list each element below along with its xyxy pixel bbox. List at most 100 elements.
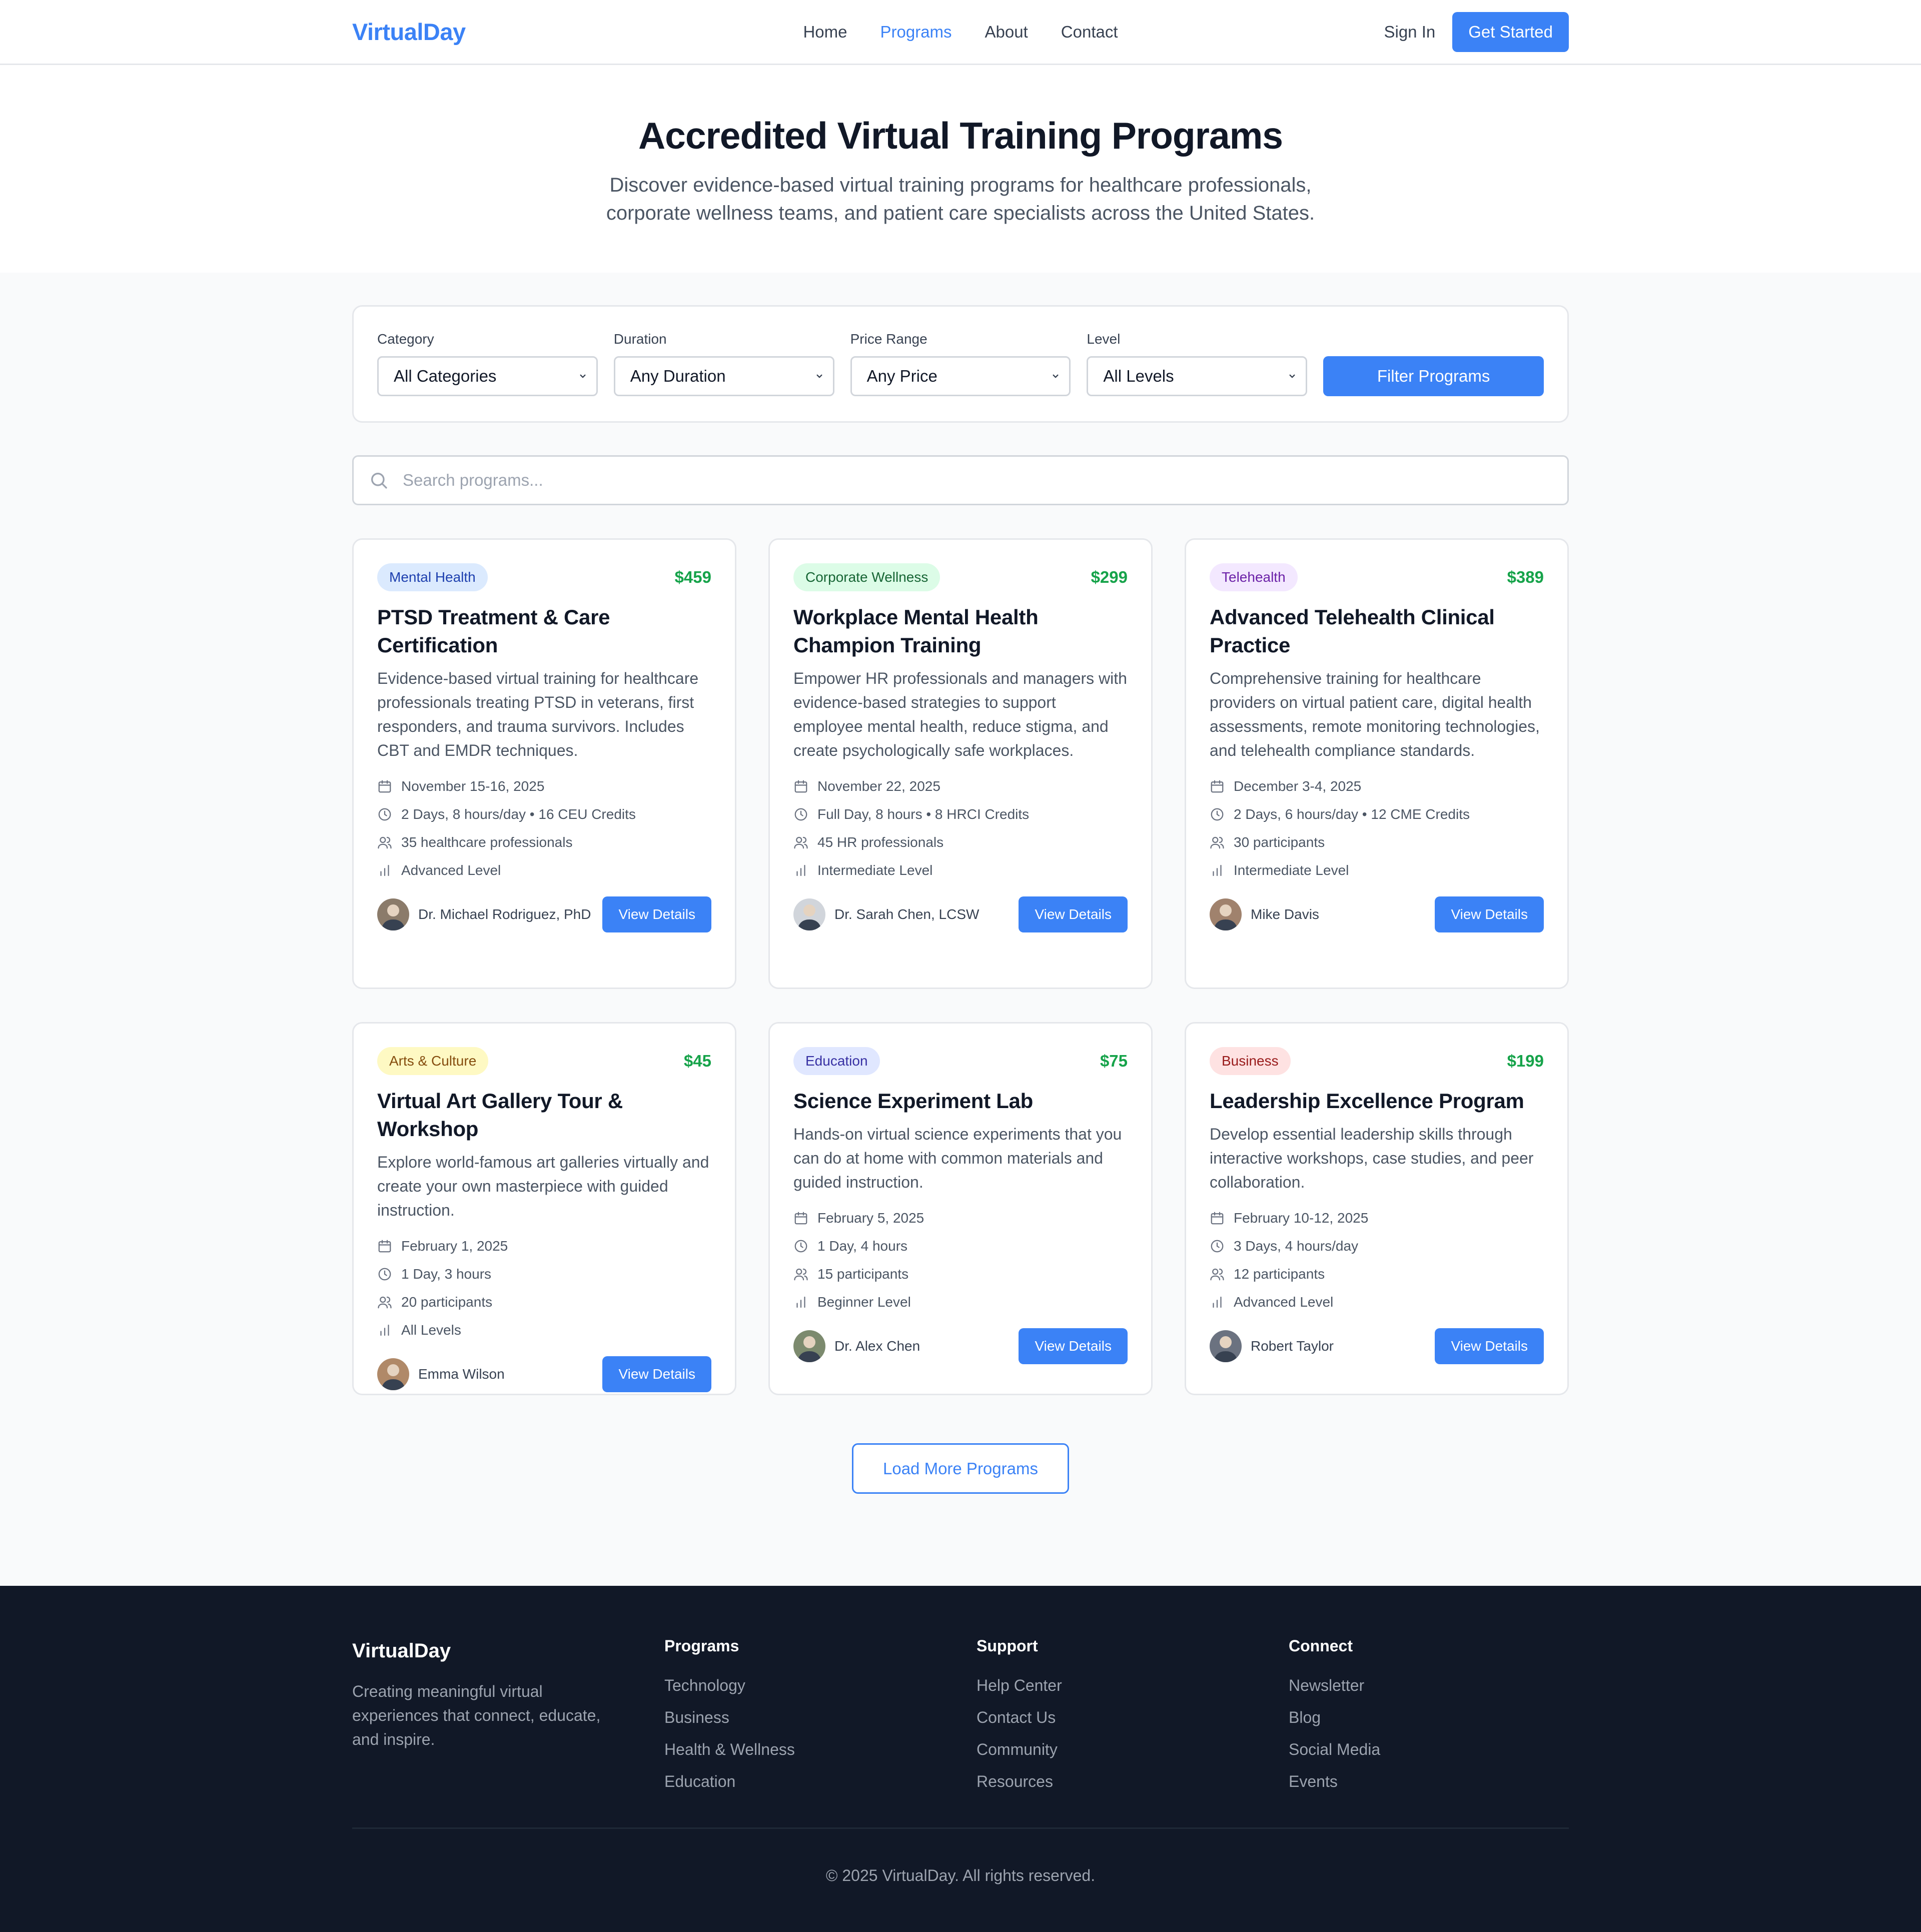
search-input[interactable] <box>403 471 1552 490</box>
program-title[interactable]: Workplace Mental Health Champion Trainin… <box>793 603 1128 659</box>
program-card[interactable]: Business $199 Leadership Excellence Prog… <box>1185 1022 1569 1395</box>
program-title[interactable]: Science Experiment Lab <box>793 1087 1128 1115</box>
load-more-button[interactable]: Load More Programs <box>852 1443 1069 1494</box>
instructor-name: Emma Wilson <box>418 1366 505 1382</box>
footer-link[interactable]: Resources <box>977 1765 1289 1797</box>
person-icon <box>381 1364 405 1390</box>
sign-in-link[interactable]: Sign In <box>1384 23 1435 42</box>
card-footer: Dr. Alex Chen View Details <box>793 1328 1128 1364</box>
calendar-icon <box>378 1240 391 1253</box>
level-filter: Level All Levels <box>1087 331 1308 396</box>
instructor-name: Dr. Alex Chen <box>834 1338 920 1354</box>
program-title[interactable]: Leadership Excellence Program <box>1210 1087 1544 1115</box>
duration-value: Any Duration <box>630 367 726 385</box>
clock-icon <box>794 1240 807 1253</box>
nav-link-programs[interactable]: Programs <box>880 23 952 42</box>
footer-link[interactable]: Newsletter <box>1289 1669 1601 1701</box>
program-card[interactable]: Telehealth $389 Advanced Telehealth Clin… <box>1185 538 1569 989</box>
program-description: Evidence-based virtual training for heal… <box>377 669 699 759</box>
participants-text: 15 participants <box>817 1266 909 1282</box>
level-select[interactable]: All Levels <box>1087 356 1308 396</box>
meta-participants: 35 healthcare professionals <box>377 828 711 856</box>
chevron-down-icon <box>1289 374 1295 378</box>
category-badge: Mental Health <box>377 563 488 591</box>
category-value: All Categories <box>394 367 497 385</box>
participants-text: 45 HR professionals <box>817 834 944 850</box>
footer-link[interactable]: Events <box>1289 1765 1601 1797</box>
duration-select[interactable]: Any Duration <box>613 356 834 396</box>
date-text: February 10-12, 2025 <box>1234 1210 1369 1226</box>
program-card[interactable]: Mental Health $459 PTSD Treatment & Care… <box>352 538 736 989</box>
page-title: Accredited Virtual Training Programs <box>638 115 1283 157</box>
category-badge: Education <box>793 1047 880 1075</box>
instructor-name: Mike Davis <box>1251 906 1319 922</box>
category-select[interactable]: All Categories <box>377 356 598 396</box>
instructor: Dr. Sarah Chen, LCSW <box>793 898 979 930</box>
person-icon <box>1214 904 1238 930</box>
footer-link[interactable]: Health & Wellness <box>664 1733 977 1765</box>
footer-logo[interactable]: VirtualDay <box>352 1640 664 1662</box>
meta-duration: 1 Day, 3 hours <box>377 1260 711 1288</box>
meta-participants: 45 HR professionals <box>793 828 1128 856</box>
meta-duration: 1 Day, 4 hours <box>793 1232 1128 1260</box>
nav-link-contact[interactable]: Contact <box>1061 23 1118 42</box>
filter-programs-button[interactable]: Filter Programs <box>1323 356 1544 396</box>
program-title[interactable]: Virtual Art Gallery Tour & Workshop <box>377 1087 711 1143</box>
users-icon <box>1210 1268 1224 1281</box>
footer-col-title: Support <box>977 1637 1038 1655</box>
card-header: Corporate Wellness $299 <box>793 563 1128 591</box>
nav-link-about[interactable]: About <box>985 23 1028 42</box>
program-card[interactable]: Arts & Culture $45 Virtual Art Gallery T… <box>352 1022 736 1395</box>
footer-link[interactable]: Help Center <box>977 1669 1289 1701</box>
program-meta: November 15-16, 2025 2 Days, 8 hours/day… <box>377 772 711 884</box>
footer-link[interactable]: Education <box>664 1765 977 1797</box>
meta-duration: Full Day, 8 hours • 8 HRCI Credits <box>793 800 1128 828</box>
program-grid: Mental Health $459 PTSD Treatment & Care… <box>352 538 1569 1395</box>
view-details-button[interactable]: View Details <box>1019 1328 1128 1364</box>
program-description: Empower HR professionals and managers wi… <box>793 669 1127 759</box>
footer-tagline: Creating meaningful virtual experiences … <box>352 1682 601 1748</box>
view-details-button[interactable]: View Details <box>602 1356 711 1392</box>
program-title[interactable]: PTSD Treatment & Care Certification <box>377 603 711 659</box>
footer-link[interactable]: Community <box>977 1733 1289 1765</box>
avatar <box>793 898 825 930</box>
get-started-button[interactable]: Get Started <box>1452 12 1569 52</box>
date-text: November 22, 2025 <box>817 778 940 794</box>
price-select[interactable]: Any Price <box>850 356 1071 396</box>
view-details-button[interactable]: View Details <box>1435 896 1544 932</box>
bar-chart-icon <box>1213 1296 1222 1308</box>
avatar <box>377 898 409 930</box>
level-text: Intermediate Level <box>1234 862 1349 878</box>
clock-icon <box>1211 808 1224 821</box>
view-details-button[interactable]: View Details <box>602 896 711 932</box>
footer-link[interactable]: Social Media <box>1289 1733 1601 1765</box>
footer-col-title: Connect <box>1289 1637 1353 1655</box>
person-icon <box>797 904 821 930</box>
instructor: Dr. Michael Rodriguez, PhD <box>377 898 591 930</box>
card-header: Business $199 <box>1210 1047 1544 1075</box>
meta-date: November 22, 2025 <box>793 772 1128 800</box>
price-value: Any Price <box>866 367 937 385</box>
avatar <box>1210 1330 1242 1362</box>
program-price: $459 <box>674 568 711 586</box>
users-icon <box>794 1268 808 1281</box>
program-price: $45 <box>683 1052 711 1070</box>
view-details-button[interactable]: View Details <box>1435 1328 1544 1364</box>
nav-link-home[interactable]: Home <box>803 23 847 42</box>
card-header: Mental Health $459 <box>377 563 711 591</box>
calendar-icon <box>794 1212 807 1225</box>
footer-link[interactable]: Contact Us <box>977 1701 1289 1733</box>
bar-chart-icon <box>796 1296 805 1308</box>
clock-icon <box>1211 1240 1224 1253</box>
footer-link[interactable]: Technology <box>664 1669 977 1701</box>
program-title[interactable]: Advanced Telehealth Clinical Practice <box>1210 603 1544 659</box>
person-icon <box>381 904 405 930</box>
view-details-button[interactable]: View Details <box>1019 896 1128 932</box>
footer-link[interactable]: Business <box>664 1701 977 1733</box>
program-card[interactable]: Corporate Wellness $299 Workplace Mental… <box>768 538 1153 989</box>
footer-link[interactable]: Blog <box>1289 1701 1601 1733</box>
duration-text: Full Day, 8 hours • 8 HRCI Credits <box>817 806 1030 822</box>
person-icon <box>1214 1336 1238 1362</box>
meta-date: December 3-4, 2025 <box>1210 772 1544 800</box>
program-card[interactable]: Education $75 Science Experiment Lab Han… <box>768 1022 1153 1395</box>
